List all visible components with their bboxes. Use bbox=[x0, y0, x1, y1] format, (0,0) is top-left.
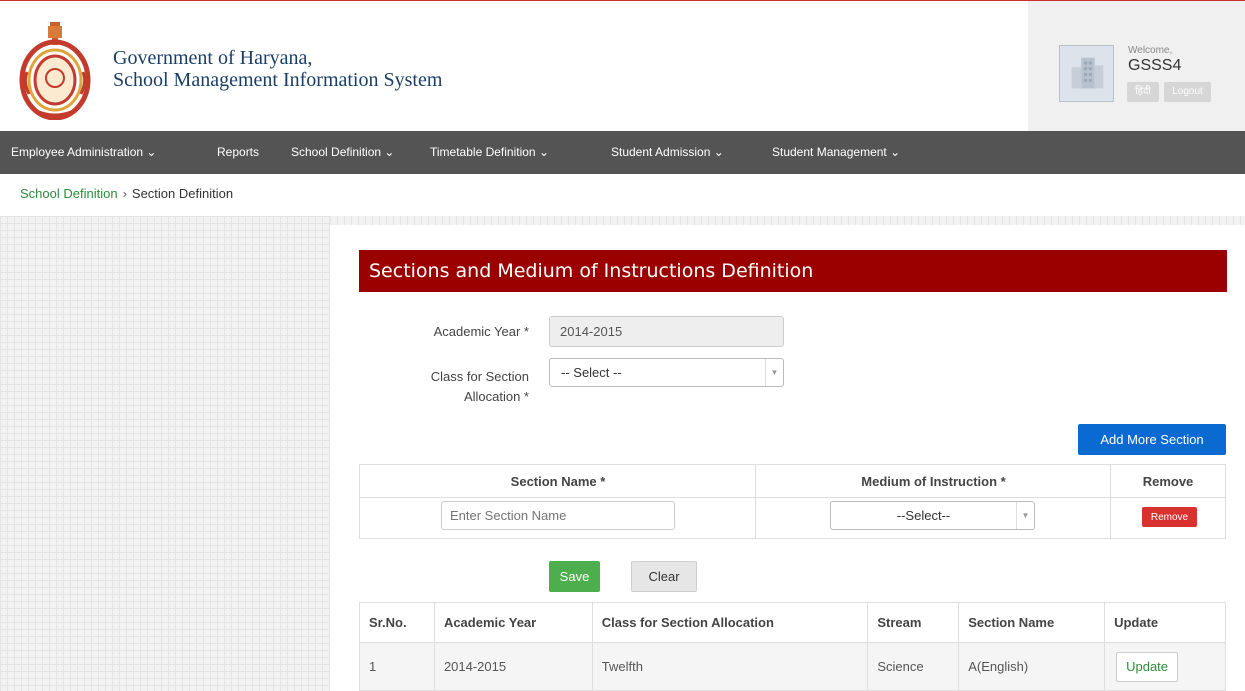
welcome-text: Welcome, bbox=[1128, 45, 1173, 56]
section-name-header: Section Name * bbox=[510, 474, 606, 489]
site-title-line2: School Management Information System bbox=[113, 69, 443, 91]
col-update: Update bbox=[1104, 602, 1226, 643]
clear-button[interactable]: Clear bbox=[631, 561, 697, 592]
breadcrumb-current: Section Definition bbox=[131, 186, 234, 201]
nav-student-admission[interactable]: Student Admission ⌄ bbox=[611, 131, 724, 174]
nav-reports[interactable]: Reports bbox=[217, 131, 259, 174]
section-entry-table: Section Name * Medium of Instruction * R… bbox=[359, 464, 1226, 539]
breadcrumb-separator: › bbox=[122, 186, 127, 201]
school-building-icon bbox=[1059, 45, 1114, 102]
sidebar-area bbox=[0, 216, 330, 691]
academic-year-label: Academic Year * bbox=[433, 324, 529, 339]
username: GSSS4 bbox=[1128, 57, 1182, 74]
site-title-line1: Government of Haryana, bbox=[113, 47, 313, 69]
nav-employee-administration[interactable]: Employee Administration ⌄ bbox=[11, 131, 156, 174]
sections-table: Sr.No. Academic Year Class for Section A… bbox=[359, 602, 1226, 691]
nav-school-definition[interactable]: School Definition ⌄ bbox=[291, 131, 394, 174]
col-stream: Stream bbox=[867, 602, 960, 643]
cell-stream: Science bbox=[867, 642, 960, 691]
class-allocation-select-value: -- Select -- bbox=[561, 365, 622, 380]
cell-sr-no: 1 bbox=[359, 642, 435, 691]
table-header-row: Sr.No. Academic Year Class for Section A… bbox=[359, 602, 1226, 643]
medium-select[interactable]: --Select-- ▼ bbox=[830, 501, 1035, 530]
site-title: Government of Haryana, School Management… bbox=[113, 47, 442, 91]
column-divider bbox=[755, 465, 756, 538]
col-academic-year: Academic Year bbox=[433, 602, 593, 643]
cell-update: Update bbox=[1104, 642, 1226, 691]
col-sr-no: Sr.No. bbox=[359, 602, 435, 643]
class-allocation-label: Class for Section Allocation * bbox=[390, 367, 529, 407]
remove-row-button[interactable]: Remove bbox=[1142, 507, 1197, 527]
class-allocation-select[interactable]: -- Select -- ▼ bbox=[549, 358, 784, 387]
breadcrumb-school-definition-link[interactable]: School Definition bbox=[20, 186, 118, 201]
class-allocation-label-line2: Allocation * bbox=[463, 389, 529, 404]
chevron-down-icon: ▼ bbox=[765, 359, 783, 386]
col-class-allocation: Class for Section Allocation bbox=[591, 602, 869, 643]
user-panel: Welcome, GSSS4 हिंदी Logout bbox=[1028, 1, 1245, 131]
medium-select-value: --Select-- bbox=[896, 508, 951, 523]
medium-header: Medium of Instruction * bbox=[861, 474, 1006, 489]
col-section-name: Section Name bbox=[958, 602, 1106, 643]
table-row: 1 2014-2015 Twelfth Science A(English) U… bbox=[359, 642, 1226, 691]
section-name-input[interactable] bbox=[441, 501, 675, 530]
remove-header: Remove bbox=[1142, 474, 1194, 489]
class-allocation-label-line1: Class for Section bbox=[430, 369, 529, 384]
haryana-emblem-logo bbox=[19, 22, 91, 120]
academic-year-field[interactable]: 2014-2015 bbox=[549, 316, 784, 347]
nav-student-management[interactable]: Student Management ⌄ bbox=[772, 131, 900, 174]
form-title-bar: Sections and Medium of Instructions Defi… bbox=[359, 250, 1227, 292]
nav-timetable-definition[interactable]: Timetable Definition ⌄ bbox=[430, 131, 549, 174]
breadcrumb: School Definition › Section Definition bbox=[20, 186, 233, 201]
update-button[interactable]: Update bbox=[1116, 651, 1179, 682]
hindi-language-button[interactable]: हिंदी bbox=[1127, 82, 1159, 102]
content-top-strip bbox=[330, 216, 1245, 225]
column-divider bbox=[1110, 465, 1111, 538]
chevron-down-icon: ▼ bbox=[1016, 502, 1034, 529]
logout-button[interactable]: Logout bbox=[1164, 82, 1211, 102]
cell-academic-year: 2014-2015 bbox=[433, 642, 593, 691]
cell-section-name: A(English) bbox=[958, 642, 1106, 691]
row-divider bbox=[360, 497, 1225, 498]
main-navbar: Employee Administration ⌄ Reports School… bbox=[0, 131, 1245, 174]
page-header: Government of Haryana, School Management… bbox=[0, 0, 1245, 131]
save-button[interactable]: Save bbox=[549, 561, 600, 592]
add-more-section-button[interactable]: Add More Section bbox=[1078, 424, 1226, 455]
cell-class: Twelfth bbox=[591, 642, 869, 691]
